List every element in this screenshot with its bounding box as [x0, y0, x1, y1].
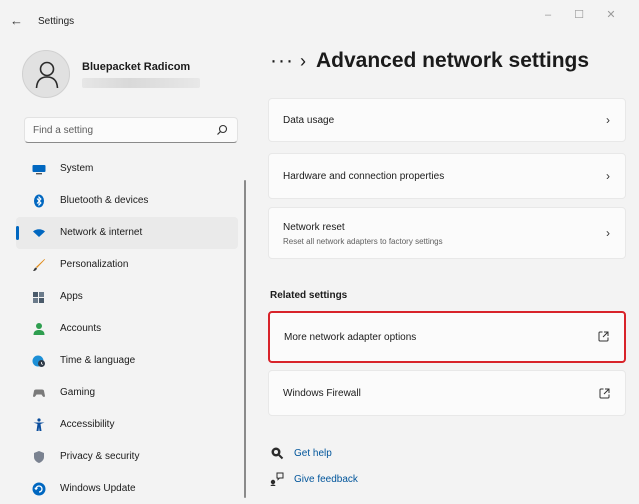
- apps-icon: [33, 292, 44, 303]
- avatar: [22, 50, 70, 98]
- breadcrumb-separator: ›: [299, 51, 306, 71]
- sidebar-item-privacy[interactable]: Privacy & security: [16, 441, 238, 473]
- give-feedback-label[interactable]: Give feedback: [294, 474, 358, 485]
- windows-firewall-card[interactable]: Windows Firewall: [268, 370, 626, 416]
- sidebar-item-system[interactable]: System: [16, 153, 238, 185]
- search-input[interactable]: Find a setting: [33, 125, 93, 136]
- card-label: Data usage: [283, 115, 335, 126]
- breadcrumb-overflow[interactable]: ···: [270, 49, 294, 72]
- card-label: Network reset: [283, 222, 345, 233]
- card-label: More network adapter options: [284, 332, 417, 343]
- sidebar-item-label: Apps: [60, 291, 83, 302]
- selection-indicator: [16, 226, 19, 240]
- accessibility-icon: [33, 418, 45, 431]
- sidebar-item-gaming[interactable]: Gaming: [16, 377, 238, 409]
- sidebar-item-label: Gaming: [60, 387, 96, 398]
- maximize-button[interactable]: ☐: [564, 6, 594, 24]
- bluetooth-icon: [34, 194, 44, 208]
- sidebar-item-windows-update[interactable]: Windows Update: [16, 473, 238, 504]
- help-icon: [271, 447, 284, 460]
- chevron-right-icon: ›: [606, 169, 610, 183]
- search-icon[interactable]: [216, 124, 228, 136]
- search-box[interactable]: Find a setting: [24, 117, 238, 143]
- section-heading: Related settings: [270, 290, 348, 301]
- feedback-icon: [270, 472, 284, 486]
- sidebar-item-apps[interactable]: Apps: [16, 281, 238, 313]
- sidebar-item-label: Time & language: [60, 355, 136, 366]
- monitor-icon: [32, 165, 46, 175]
- chevron-right-icon: ›: [606, 226, 610, 240]
- sidebar-item-label: Bluetooth & devices: [60, 195, 149, 206]
- sidebar-item-personalization[interactable]: Personalization: [16, 249, 238, 281]
- title-bar: ← Settings – ☐ ✕: [0, 0, 639, 40]
- network-reset-card[interactable]: Network reset Reset all network adapters…: [268, 207, 626, 259]
- sidebar-item-label: Accounts: [60, 323, 102, 334]
- data-usage-card[interactable]: Data usage ›: [268, 98, 626, 142]
- person-icon: [35, 61, 59, 89]
- sidebar-item-network[interactable]: Network & internet: [16, 217, 238, 249]
- chevron-right-icon: ›: [606, 113, 610, 127]
- sidebar-item-label: Network & internet: [60, 227, 143, 238]
- wifi-icon: [33, 229, 45, 237]
- page-title: ··· › Advanced network settings: [270, 49, 589, 73]
- close-button[interactable]: ✕: [596, 6, 626, 24]
- sidebar-item-label: System: [60, 163, 94, 174]
- person-icon: [33, 323, 45, 335]
- card-label: Windows Firewall: [283, 388, 361, 399]
- shield-icon: [34, 451, 44, 463]
- sidebar-item-accessibility[interactable]: Accessibility: [16, 409, 238, 441]
- sidebar-item-bluetooth[interactable]: Bluetooth & devices: [16, 185, 238, 217]
- sidebar-item-time-language[interactable]: Time & language: [16, 345, 238, 377]
- brush-icon: [33, 259, 45, 271]
- back-button[interactable]: ←: [10, 13, 26, 29]
- page-title-text: Advanced network settings: [315, 49, 590, 72]
- profile-email-redacted: [82, 78, 200, 88]
- card-sublabel: Reset all network adapters to factory se…: [283, 237, 443, 246]
- sidebar-scrollbar[interactable]: [244, 180, 246, 498]
- get-help-label[interactable]: Get help: [294, 448, 332, 459]
- app-title: Settings: [38, 16, 75, 27]
- globe-clock-icon: [32, 355, 45, 367]
- external-link-icon: [599, 388, 610, 399]
- sidebar-item-label: Windows Update: [60, 483, 136, 494]
- hardware-properties-card[interactable]: Hardware and connection properties ›: [268, 153, 626, 199]
- user-profile[interactable]: Bluepacket Radicom: [22, 50, 252, 102]
- minimize-button[interactable]: –: [533, 6, 563, 24]
- sidebar-item-label: Accessibility: [60, 419, 115, 430]
- sidebar-item-label: Personalization: [60, 259, 129, 270]
- card-label: Hardware and connection properties: [283, 171, 445, 182]
- sidebar-item-accounts[interactable]: Accounts: [16, 313, 238, 345]
- sidebar-item-label: Privacy & security: [60, 451, 140, 462]
- external-link-icon: [598, 331, 609, 342]
- gamepad-icon: [33, 389, 45, 397]
- more-adapter-options-card[interactable]: More network adapter options: [268, 311, 626, 363]
- sidebar-nav: System Bluetooth & devices Network & int…: [16, 153, 238, 504]
- profile-name: Bluepacket Radicom: [82, 61, 191, 73]
- update-icon: [32, 482, 46, 496]
